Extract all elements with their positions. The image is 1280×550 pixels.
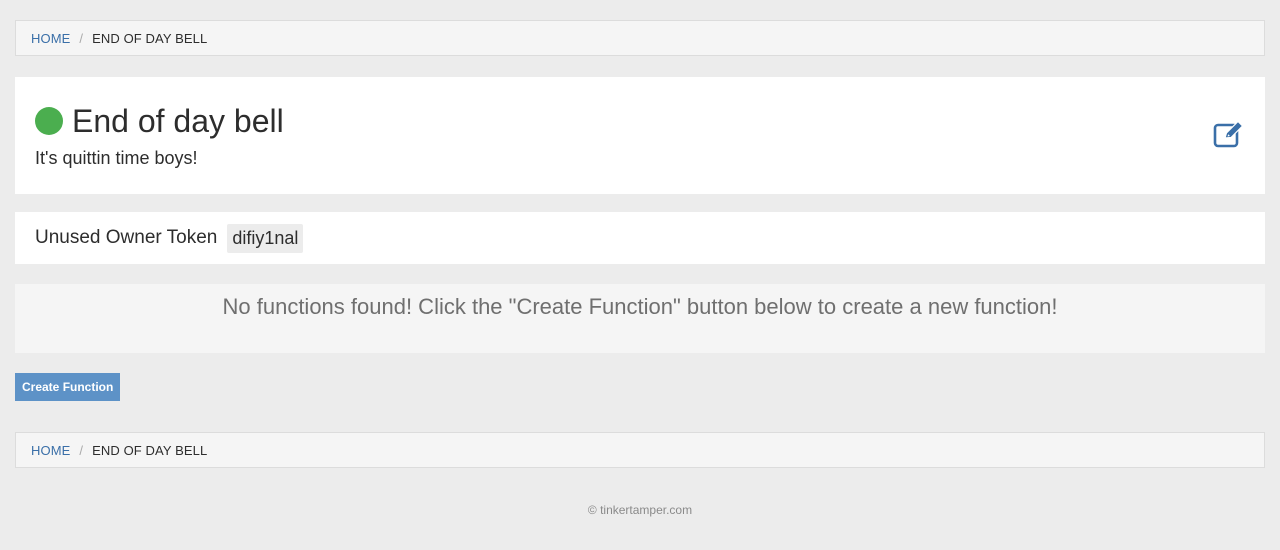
owner-token-card: Unused Owner Token difiy1nal xyxy=(15,212,1265,264)
breadcrumb-separator: / xyxy=(79,30,84,46)
device-header-card: End of day bell It's quittin time boys! xyxy=(15,77,1265,194)
status-indicator-icon xyxy=(35,107,63,135)
device-description: It's quittin time boys! xyxy=(35,148,198,168)
device-title-row: End of day bell xyxy=(35,103,284,139)
owner-token-value: difiy1nal xyxy=(227,223,304,253)
owner-token-label: Unused Owner Token xyxy=(35,227,218,248)
breadcrumb-current: END OF DAY BELL xyxy=(92,442,208,458)
functions-empty-state: No functions found! Click the "Create Fu… xyxy=(15,284,1265,353)
footer-copyright: © tinkertamper.com xyxy=(587,503,693,517)
breadcrumb-current: END OF DAY BELL xyxy=(92,30,208,46)
page: HOME / END OF DAY BELL End of day bell I… xyxy=(0,0,1280,550)
create-function-button[interactable]: Create Function xyxy=(15,373,121,401)
edit-device-button[interactable] xyxy=(1213,119,1247,149)
breadcrumb-bottom: HOME / END OF DAY BELL xyxy=(15,432,1265,468)
owner-token-row: Unused Owner Token difiy1nal xyxy=(35,222,304,254)
breadcrumb-separator: / xyxy=(79,442,84,458)
breadcrumb-home-link[interactable]: HOME xyxy=(31,443,70,458)
edit-icon xyxy=(1213,120,1244,148)
empty-state-message: No functions found! Click the "Create Fu… xyxy=(222,294,1058,319)
device-title: End of day bell xyxy=(72,103,284,139)
breadcrumb-home-link[interactable]: HOME xyxy=(31,31,70,46)
breadcrumb-top: HOME / END OF DAY BELL xyxy=(15,20,1265,56)
